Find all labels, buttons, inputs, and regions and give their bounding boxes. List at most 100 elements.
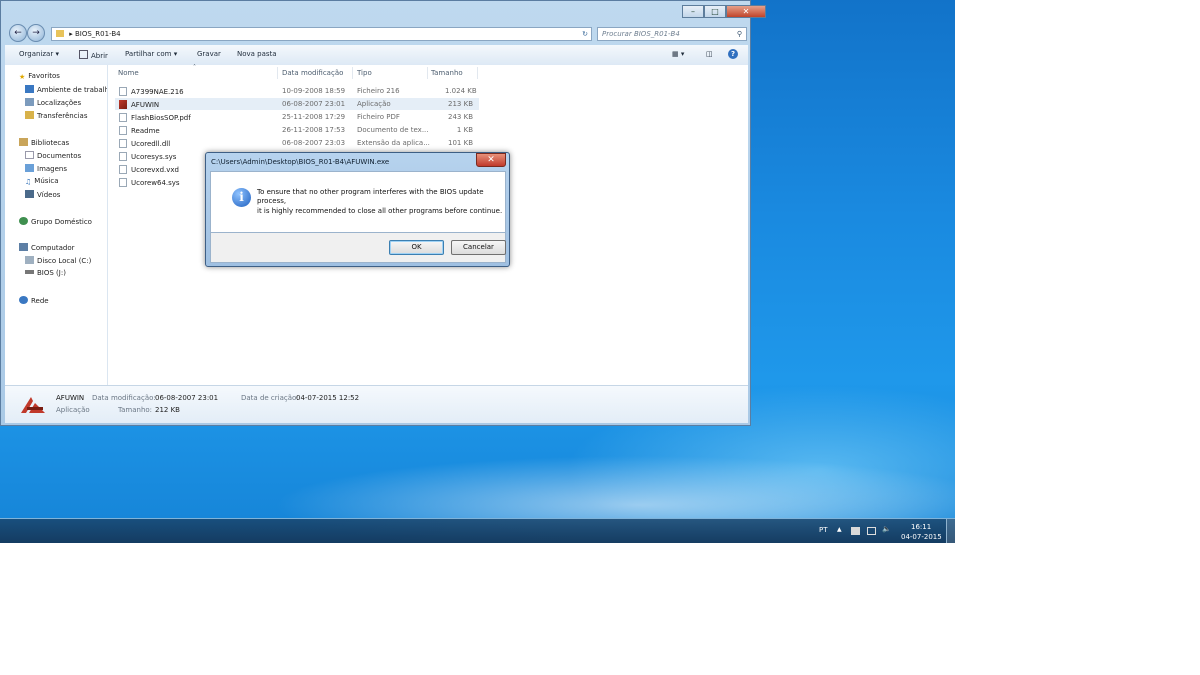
network-status-icon[interactable] — [867, 527, 876, 535]
file-row[interactable]: A7399NAE.216 10-09-2008 18:59 Ficheiro 216… — [115, 85, 479, 97]
file-row[interactable]: Ucoresys.sys — [115, 150, 205, 162]
nav-favorites[interactable]: ★ Favoritos — [19, 72, 60, 81]
details-size-value: 212 KB — [155, 406, 180, 414]
column-divider[interactable] — [427, 67, 428, 79]
file-size: 1 KB — [456, 126, 473, 134]
drive-icon — [25, 256, 34, 264]
nav-downloads[interactable]: Transferências — [25, 111, 87, 120]
nav-desktop[interactable]: Ambiente de trabalho — [25, 85, 107, 94]
file-date: 26-11-2008 17:53 — [282, 126, 346, 134]
column-header-size[interactable]: Tamanho — [431, 69, 463, 77]
nav-network[interactable]: Rede — [19, 296, 49, 305]
share-menu[interactable]: Partilhar com ▾ — [125, 50, 177, 58]
nav-documents[interactable]: Documentos — [25, 151, 81, 160]
column-divider[interactable] — [477, 67, 478, 79]
file-date: 25-11-2008 17:29 — [282, 113, 346, 121]
clock-time[interactable]: 16:11 — [911, 523, 931, 531]
clock-date[interactable]: 04-07-2015 — [901, 533, 942, 541]
downloads-icon — [25, 111, 34, 119]
file-icon — [119, 152, 127, 161]
star-icon: ★ — [19, 73, 26, 81]
column-header-type[interactable]: Tipo — [357, 69, 372, 77]
file-name: AFUWIN — [131, 101, 160, 109]
minimize-button[interactable]: – — [682, 5, 704, 18]
afuwin-app-icon — [19, 395, 47, 415]
nav-homegroup[interactable]: Grupo Doméstico — [19, 217, 92, 226]
file-row[interactable]: Ucorevxd.vxd — [115, 163, 205, 175]
open-button[interactable]: Abrir — [79, 50, 108, 60]
view-options-icon[interactable]: ▦ ▾ — [672, 50, 684, 58]
nav-pictures[interactable]: Imagens — [25, 164, 67, 173]
file-type: Extensão da aplica... — [357, 139, 430, 147]
file-row[interactable]: Ucorew64.sys — [115, 176, 205, 188]
nav-locations[interactable]: Localizações — [25, 98, 81, 107]
usb-drive-icon — [25, 270, 34, 274]
show-desktop-button[interactable] — [946, 519, 955, 543]
address-bar[interactable]: ▸ BIOS_R01-B4 ↻ — [51, 27, 592, 41]
dialog-close-button[interactable]: ✕ — [476, 153, 506, 167]
file-name: A7399NAE.216 — [131, 88, 184, 96]
details-pane: AFUWIN Aplicação Data modificação: 06-08… — [5, 385, 748, 423]
nav-computer[interactable]: Computador — [19, 243, 75, 252]
show-hidden-icons-icon[interactable]: ▲ — [837, 526, 842, 533]
locations-icon — [25, 98, 34, 106]
details-created-label: Data de criação: — [241, 394, 299, 402]
back-button[interactable]: ← — [9, 24, 27, 42]
volume-muted-icon[interactable]: 🔈 — [882, 525, 891, 533]
details-modified-label: Data modificação: — [92, 394, 156, 402]
search-placeholder: Procurar BIOS_R01-B4 — [602, 30, 680, 38]
information-icon: i — [232, 188, 251, 207]
preview-pane-icon[interactable]: ◫ — [706, 50, 713, 58]
column-divider[interactable] — [277, 67, 278, 79]
navigation-pane: ★ Favoritos Ambiente de trabalho Localiza… — [5, 65, 108, 385]
ok-button[interactable]: OK — [389, 240, 444, 255]
nav-local-disk[interactable]: Disco Local (C:) — [25, 256, 91, 265]
file-name: Ucoredll.dll — [131, 140, 171, 148]
help-icon[interactable]: ? — [728, 49, 738, 59]
file-row[interactable]: FlashBiosSOP.pdf 25-11-2008 17:29 Ficheiro… — [115, 111, 479, 123]
nav-music[interactable]: ♫ Música — [25, 177, 59, 186]
file-icon — [119, 178, 127, 187]
music-icon: ♫ — [25, 178, 32, 186]
organize-menu[interactable]: Organizar ▾ — [19, 50, 59, 58]
documents-icon — [25, 151, 34, 159]
language-indicator[interactable]: PT — [819, 526, 828, 534]
file-icon — [119, 139, 127, 148]
desktop-icon — [25, 85, 34, 93]
details-file-name: AFUWIN — [56, 394, 85, 402]
maximize-button[interactable]: □ — [704, 5, 726, 18]
folder-icon — [56, 30, 64, 37]
column-header-name[interactable]: Nome — [118, 69, 139, 77]
nav-videos[interactable]: Vídeos — [25, 190, 60, 199]
file-icon — [119, 165, 127, 174]
file-type: Ficheiro 216 — [357, 87, 400, 95]
new-folder-button[interactable]: Nova pasta — [237, 50, 277, 58]
address-path: BIOS_R01-B4 — [74, 30, 121, 38]
network-icon — [19, 296, 28, 304]
file-date: 06-08-2007 23:01 — [282, 100, 346, 108]
cancel-button[interactable]: Cancelar — [451, 240, 506, 255]
file-row[interactable]: Ucoredll.dll 06-08-2007 23:03 Extensão da … — [115, 137, 479, 149]
file-size: 1.024 KB — [445, 87, 477, 95]
libraries-icon — [19, 138, 28, 146]
file-icon — [119, 126, 127, 135]
file-row[interactable]: AFUWIN 06-08-2007 23:01 Aplicação 213 KB — [115, 98, 479, 110]
column-header-date[interactable]: Data modificação — [282, 69, 343, 77]
file-name: Ucoresys.sys — [131, 153, 177, 161]
burn-button[interactable]: Gravar — [197, 50, 221, 58]
refresh-icon[interactable]: ↻ — [582, 28, 588, 40]
file-row[interactable]: Readme 26-11-2008 17:53 Documento de tex..… — [115, 124, 479, 136]
forward-button[interactable]: → — [27, 24, 45, 42]
nav-bios-drive[interactable]: BIOS (J:) — [25, 269, 66, 277]
column-divider[interactable] — [352, 67, 353, 79]
search-input[interactable]: Procurar BIOS_R01-B4 ⚲ — [597, 27, 747, 41]
action-center-flag-icon[interactable] — [851, 527, 860, 535]
command-bar: Organizar ▾ Abrir Partilhar com ▾ Gravar… — [5, 45, 748, 66]
file-type: Ficheiro PDF — [357, 113, 400, 121]
window-controls: – □ ✕ — [682, 5, 766, 19]
file-date: 06-08-2007 23:03 — [282, 139, 346, 147]
close-button[interactable]: ✕ — [726, 5, 766, 18]
file-size: 243 KB — [448, 113, 473, 121]
homegroup-icon — [19, 217, 28, 225]
nav-libraries[interactable]: Bibliotecas — [19, 138, 69, 147]
